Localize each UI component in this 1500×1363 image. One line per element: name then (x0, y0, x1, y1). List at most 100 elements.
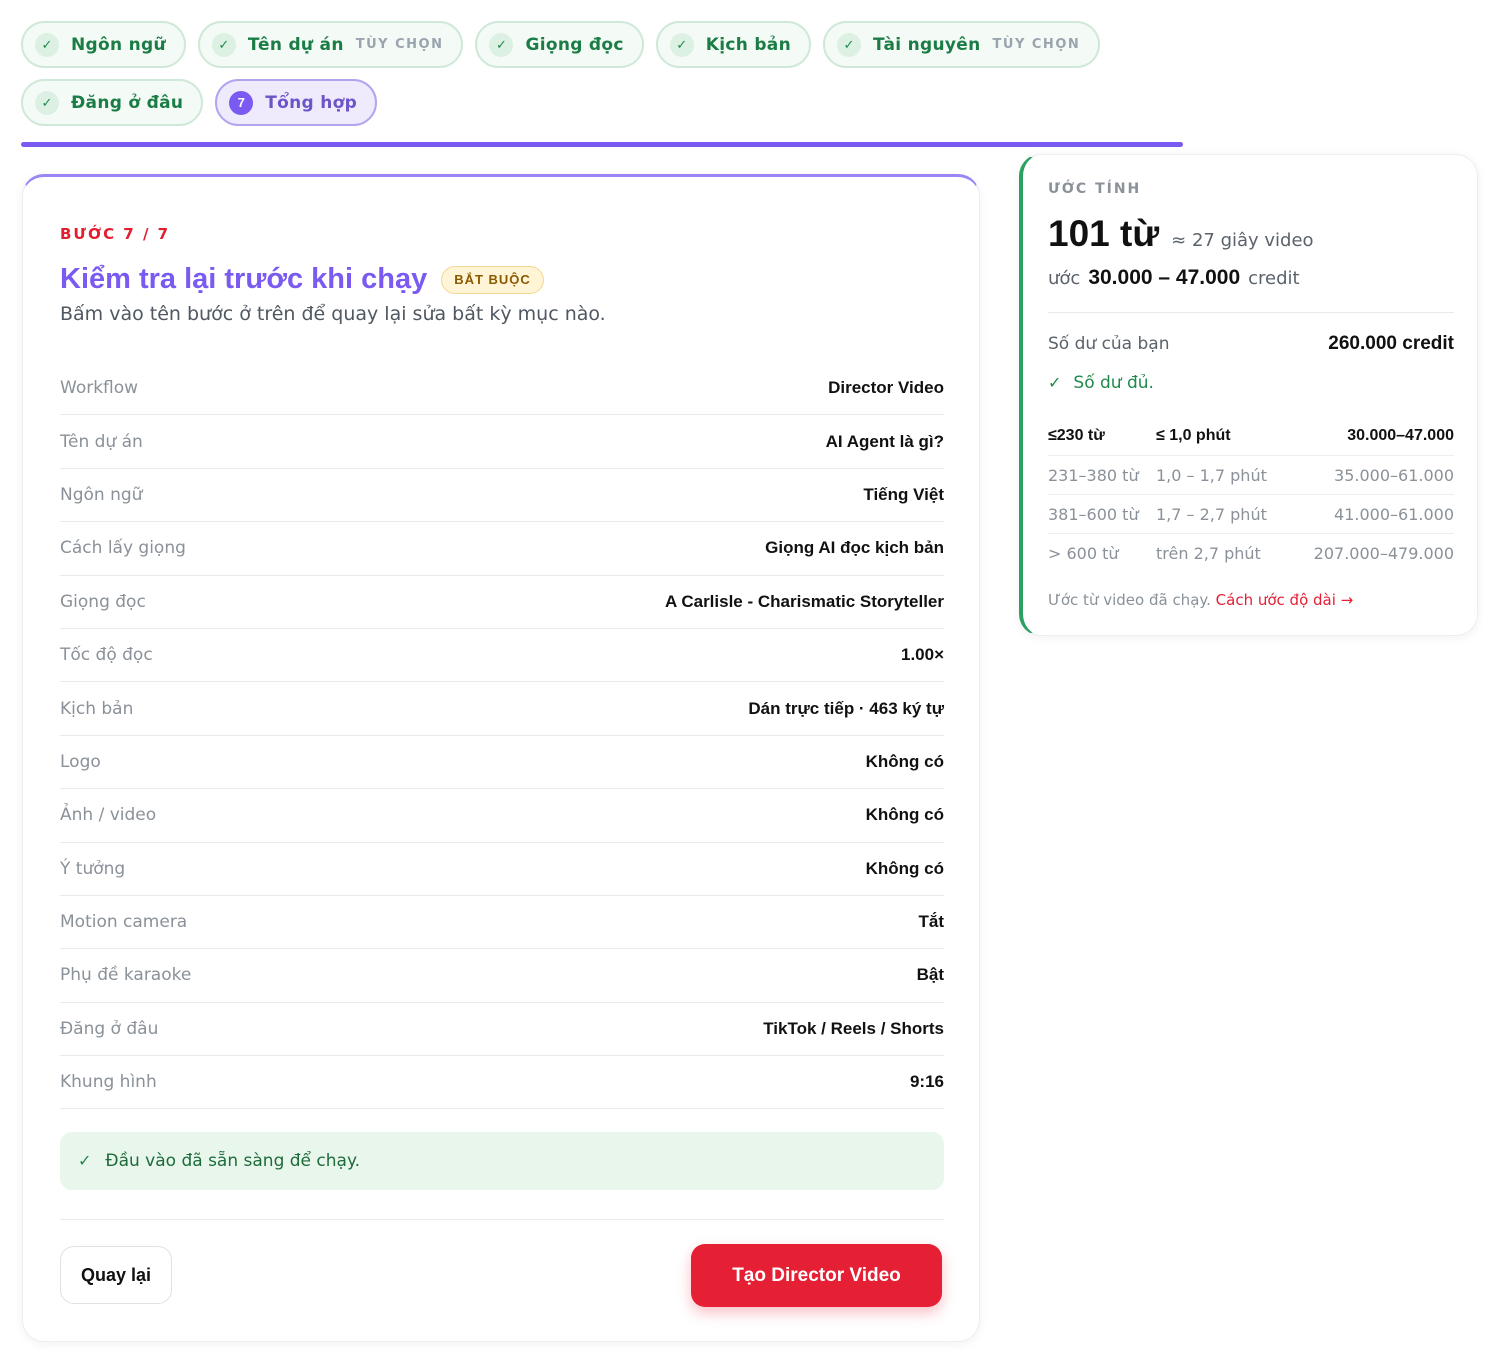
credit-prefix: ước (1048, 268, 1081, 289)
tier-credit: 41.000–61.000 (1334, 504, 1454, 524)
tier-row: ≤230 từ ≤ 1,0 phút 30.000–47.000 (1048, 417, 1454, 456)
estimate-footer: Ước từ video đã chạy. Cách ước độ dài → (1048, 591, 1353, 609)
duration-help-link[interactable]: Cách ước độ dài → (1216, 591, 1354, 609)
create-video-button[interactable]: Tạo Director Video (691, 1244, 942, 1307)
tier-duration: 1,7 – 2,7 phút (1156, 504, 1267, 524)
step-number: 7 (229, 90, 254, 115)
summary-value: 9:16 (909, 1072, 944, 1092)
tier-duration: ≤ 1,0 phút (1156, 427, 1231, 444)
summary-row: Ảnh / video Không có (60, 789, 944, 843)
summary-key: Tên dự án (60, 431, 143, 452)
ready-text: Đầu vào đã sẵn sàng để chạy. (105, 1151, 360, 1171)
summary-value: Dán trực tiếp · 463 ký tự (748, 698, 944, 718)
step-count: BƯỚC 7 / 7 (60, 225, 171, 243)
tier-credit: 30.000–47.000 (1347, 427, 1454, 444)
summary-value: Không có (865, 805, 944, 825)
summary-key: Workflow (60, 378, 139, 399)
summary-key: Ngôn ngữ (60, 484, 143, 505)
summary-key: Logo (60, 751, 101, 772)
step-resources[interactable]: ✓ Tài nguyên TÙY CHỌN (822, 21, 1101, 68)
pricing-tiers: ≤230 từ ≤ 1,0 phút 30.000–47.000 231–380 từ… (1048, 417, 1454, 573)
tier-credit: 207.000–479.000 (1313, 544, 1454, 563)
credit-estimate: ước 30.000 – 47.000 credit (1048, 266, 1300, 290)
divider (60, 1219, 944, 1220)
check-icon: ✓ (211, 32, 236, 57)
check-icon: ✓ (78, 1153, 92, 1170)
summary-value: Bật (916, 965, 944, 985)
summary-row: Tên dự án AI Agent là gì? (60, 415, 944, 469)
summary-key: Tốc độ đọc (60, 645, 153, 666)
check-icon: ✓ (35, 32, 59, 57)
summary-value: Tiếng Việt (863, 484, 944, 504)
summary-row: Cách lấy giọng Giọng AI đọc kịch bản (60, 522, 944, 576)
required-badge: BẮT BUỘC (441, 265, 544, 294)
step-script[interactable]: ✓ Kịch bản (655, 21, 811, 68)
word-count: 101 từ (1048, 213, 1160, 254)
credit-unit: credit (1248, 268, 1300, 289)
balance-value: 260.000 credit (1328, 333, 1454, 354)
step-label: Tài nguyên (872, 34, 981, 55)
optional-tag: TÙY CHỌN (992, 37, 1081, 52)
credit-range: 30.000 – 47.000 (1088, 266, 1241, 289)
summary-row: Workflow Director Video (60, 362, 944, 416)
step-label: Kịch bản (705, 34, 791, 55)
summary-value: Không có (865, 858, 944, 878)
summary-row: Đăng ở đâu TikTok / Reels / Shorts (60, 1003, 944, 1057)
summary-key: Kịch bản (60, 698, 134, 719)
step-label: Tên dự án (247, 34, 344, 55)
estimate-heading: ƯỚC TÍNH (1048, 181, 1142, 197)
summary-row: Giọng đọc A Carlisle - Charismatic Storyt… (60, 576, 944, 629)
summary-key: Đăng ở đâu (60, 1018, 159, 1039)
page-title: Kiểm tra lại trước khi chạy (60, 263, 428, 295)
check-icon: ✓ (35, 90, 59, 115)
balance-row: Số dư của bạn 260.000 credit (1048, 333, 1454, 355)
tier-words: 381–600 từ (1048, 504, 1139, 524)
summary-row: Ý tưởng Không có (60, 843, 944, 896)
stepper: ✓ Ngôn ngữ ✓ Tên dự án TÙY CHỌN ✓ Giọng … (21, 21, 1101, 126)
summary-value: Tắt (918, 912, 945, 932)
tier-words: ≤230 từ (1048, 427, 1105, 444)
summary-row: Kịch bản Dán trực tiếp · 463 ký tự (60, 682, 944, 736)
step-publish[interactable]: ✓ Đăng ở đâu (21, 79, 204, 126)
summary-key: Ảnh / video (60, 805, 157, 826)
divider (1048, 312, 1454, 313)
word-estimate: 101 từ ≈ 27 giây video (1048, 213, 1314, 255)
check-icon: ✓ (836, 32, 861, 57)
check-icon: ✓ (669, 32, 694, 57)
estimate-panel: ƯỚC TÍNH 101 từ ≈ 27 giây video ước 30.0… (1019, 154, 1478, 636)
check-icon: ✓ (1048, 375, 1062, 392)
summary-key: Phụ đề karaoke (60, 965, 192, 986)
summary-value: Không có (865, 751, 944, 771)
optional-tag: TÙY CHỌN (355, 37, 444, 52)
step-project-name[interactable]: ✓ Tên dự án TÙY CHỌN (197, 21, 464, 68)
review-card: BƯỚC 7 / 7 Kiểm tra lại trước khi chạy B… (22, 174, 980, 1342)
summary-key: Cách lấy giọng (60, 538, 186, 559)
summary-row: Phụ đề karaoke Bật (60, 949, 944, 1003)
balance-label: Số dư của bạn (1048, 334, 1170, 354)
check-icon: ✓ (489, 32, 514, 57)
summary-value: A Carlisle - Charismatic Storyteller (664, 591, 944, 611)
ready-banner: ✓ Đầu vào đã sẵn sàng để chạy. (60, 1132, 944, 1190)
step-label: Tổng hợp (265, 92, 358, 113)
tier-credit: 35.000–61.000 (1334, 465, 1454, 485)
summary-key: Giọng đọc (60, 591, 146, 612)
step-language[interactable]: ✓ Ngôn ngữ (21, 21, 186, 68)
footer-note: Ước từ video đã chạy. (1048, 591, 1211, 609)
tier-duration: trên 2,7 phút (1156, 544, 1261, 563)
summary-row: Logo Không có (60, 736, 944, 790)
summary-key: Ý tưởng (60, 858, 126, 879)
summary-table: Workflow Director Video Tên dự án AI Agent … (60, 362, 945, 1110)
step-voice[interactable]: ✓ Giọng đọc (475, 21, 644, 68)
video-seconds: ≈ 27 giây video (1171, 230, 1314, 251)
summary-row: Motion camera Tắt (60, 896, 945, 950)
balance-ok-text: Số dư đủ. (1073, 373, 1154, 393)
step-summary[interactable]: 7 Tổng hợp (215, 79, 378, 126)
summary-value: 1.00× (900, 645, 944, 665)
balance-status: ✓ Số dư đủ. (1048, 373, 1154, 393)
tier-words: > 600 từ (1048, 544, 1119, 563)
summary-row: Khung hình 9:16 (60, 1056, 944, 1110)
tier-row: 231–380 từ 1,0 – 1,7 phút 35.000–61.000 (1048, 456, 1454, 495)
step-label: Giọng đọc (525, 34, 624, 55)
back-button[interactable]: Quay lại (60, 1246, 172, 1304)
progress-bar (21, 142, 1183, 147)
